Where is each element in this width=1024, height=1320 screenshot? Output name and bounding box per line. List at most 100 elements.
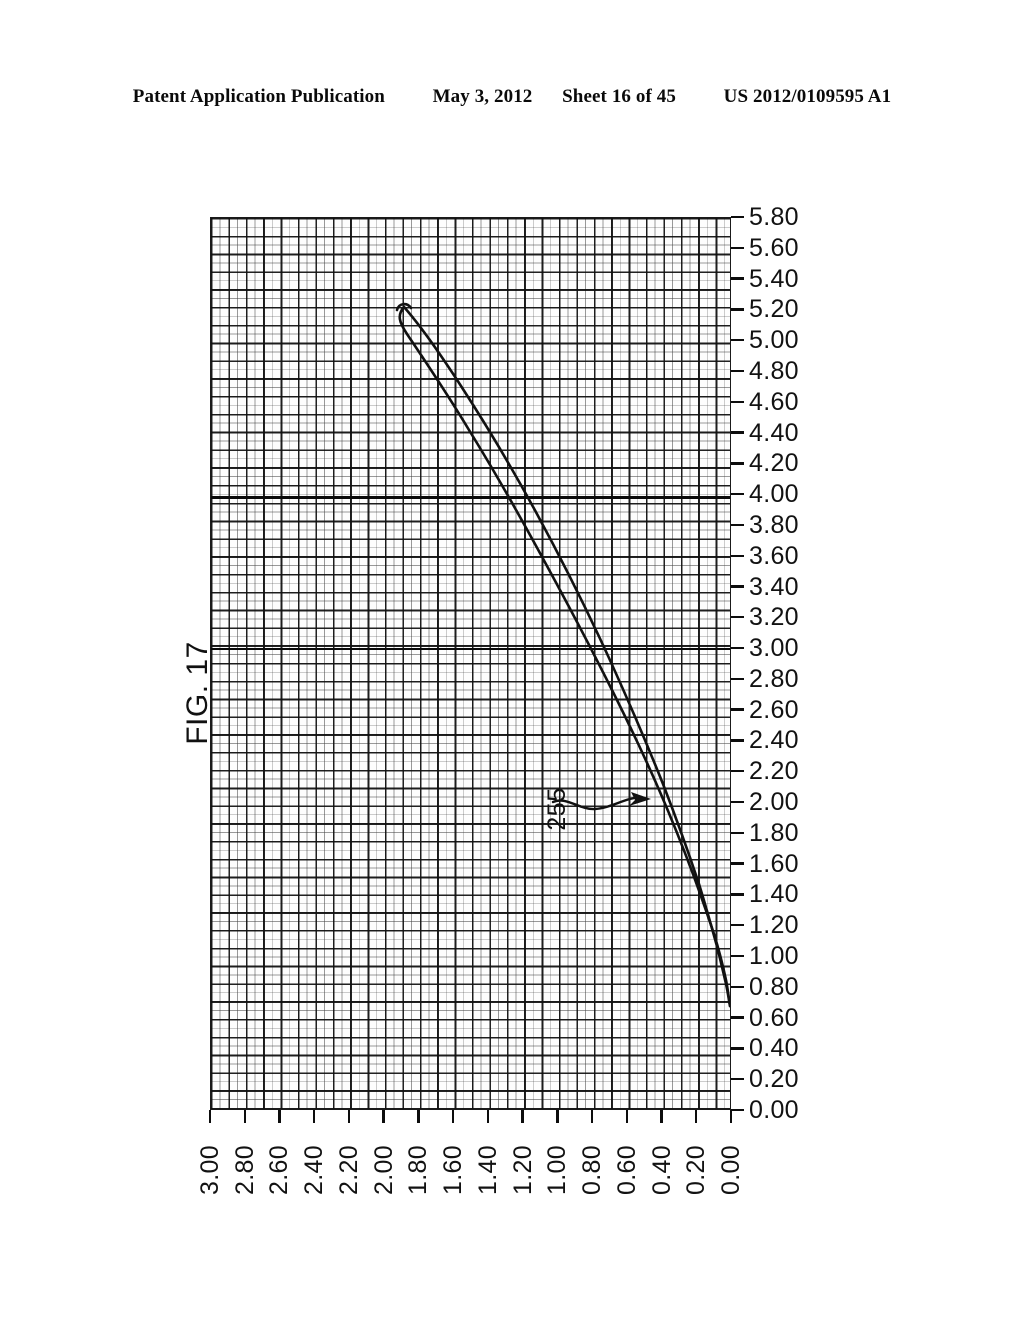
y-axis-tick-label: 2.60 bbox=[749, 695, 799, 724]
curve-255-outer bbox=[402, 305, 730, 1008]
x-axis-tick: 1.40 bbox=[473, 1110, 503, 1195]
y-axis-tick-label: 1.20 bbox=[749, 911, 799, 940]
y-axis-tick: 4.20 bbox=[731, 450, 799, 476]
y-axis-tick-label: 5.00 bbox=[749, 326, 799, 355]
y-axis-tick-mark bbox=[731, 739, 744, 742]
y-axis-tick-mark bbox=[731, 338, 744, 342]
x-axis-tick-label: 1.20 bbox=[508, 1145, 537, 1195]
x-axis-tick: 0.80 bbox=[577, 1110, 607, 1195]
axis-right: 5.80 5.60 5.40 5.20 5.00 4.80 4.60 4.40 4.20 4.00… bbox=[731, 204, 861, 1123]
y-axis-tick: 5.20 bbox=[731, 296, 799, 322]
x-axis-tick: 0.40 bbox=[647, 1110, 677, 1195]
y-axis-tick: 5.60 bbox=[731, 235, 799, 261]
y-axis-tick: 0.80 bbox=[731, 974, 799, 1000]
y-axis-tick-mark bbox=[731, 893, 744, 896]
plot-area bbox=[210, 217, 731, 1110]
y-axis-tick-label: 3.20 bbox=[749, 603, 799, 632]
x-axis-tick-label: 1.80 bbox=[404, 1145, 433, 1195]
y-axis-tick: 4.60 bbox=[731, 389, 799, 415]
x-axis-tick-label: 2.60 bbox=[265, 1145, 294, 1195]
y-axis-tick-label: 3.80 bbox=[749, 510, 799, 539]
y-axis-tick: 3.60 bbox=[731, 543, 799, 569]
x-axis-tick-mark bbox=[208, 1110, 212, 1123]
y-axis-tick-label: 3.00 bbox=[749, 634, 799, 663]
x-axis-tick-label: 0.00 bbox=[717, 1145, 745, 1195]
y-axis-tick: 1.80 bbox=[731, 820, 799, 846]
y-axis-tick: 1.00 bbox=[731, 943, 799, 969]
y-axis-tick-mark bbox=[731, 985, 744, 988]
x-axis-tick-label: 3.00 bbox=[196, 1145, 224, 1195]
y-axis-tick-label: 1.80 bbox=[749, 818, 799, 847]
x-axis-tick: 2.80 bbox=[230, 1110, 260, 1195]
callout-255: 255 bbox=[533, 762, 653, 862]
y-axis-tick-label: 3.40 bbox=[749, 572, 799, 601]
y-axis-tick-mark bbox=[731, 616, 744, 619]
y-axis-tick-mark bbox=[731, 954, 744, 958]
y-axis-tick-mark bbox=[731, 1047, 744, 1050]
y-axis-tick-mark bbox=[731, 462, 744, 465]
y-axis-tick-label: 0.00 bbox=[749, 1096, 799, 1124]
y-axis-tick: 2.60 bbox=[731, 697, 799, 723]
y-axis-tick-label: 2.40 bbox=[749, 726, 799, 755]
y-axis-tick-mark bbox=[731, 924, 744, 927]
axis-bottom: 3.00 2.80 2.60 2.40 2.20 2.00 1.80 1.60 1.40 1.20… bbox=[196, 1110, 745, 1230]
y-axis-tick-label: 0.80 bbox=[749, 972, 799, 1001]
y-axis-tick-mark bbox=[731, 646, 744, 650]
x-axis-tick-label: 1.60 bbox=[439, 1145, 468, 1195]
y-axis-tick: 0.40 bbox=[731, 1035, 799, 1061]
y-axis-tick-mark bbox=[731, 862, 744, 865]
x-axis-tick-mark bbox=[312, 1110, 316, 1123]
y-axis-tick-label: 4.40 bbox=[749, 418, 799, 447]
y-axis-tick-label: 1.40 bbox=[749, 880, 799, 909]
y-axis-tick-label: 3.60 bbox=[749, 541, 799, 570]
y-axis-tick-label: 5.80 bbox=[749, 203, 799, 231]
figure-17: FIG. 17 255 5.80 5.60 5.40 5.20 5.00 4.80 4.60… bbox=[0, 0, 1024, 1320]
y-axis-tick-label: 2.80 bbox=[749, 664, 799, 693]
x-axis-tick-mark bbox=[451, 1110, 455, 1123]
y-axis-tick-mark bbox=[731, 1078, 744, 1081]
x-axis-tick-mark bbox=[660, 1110, 663, 1123]
x-axis-tick-label: 2.40 bbox=[300, 1145, 329, 1195]
x-axis-tick-mark bbox=[521, 1110, 524, 1123]
x-axis-tick-mark bbox=[382, 1110, 385, 1123]
callout-255-leader-line bbox=[551, 792, 651, 811]
x-axis-tick: 0.20 bbox=[681, 1110, 711, 1195]
y-axis-tick: 3.20 bbox=[731, 604, 799, 630]
y-axis-tick-mark bbox=[731, 770, 744, 773]
y-axis-tick-mark bbox=[731, 523, 744, 527]
y-axis-tick: 5.00 bbox=[731, 327, 799, 353]
y-axis-tick-label: 4.20 bbox=[749, 449, 799, 478]
y-axis-tick-mark bbox=[731, 800, 744, 804]
y-axis-tick: 3.40 bbox=[731, 574, 799, 600]
y-axis-tick-label: 0.40 bbox=[749, 1034, 799, 1063]
y-axis-tick: 5.80 bbox=[731, 204, 799, 230]
y-axis-tick-mark bbox=[731, 215, 744, 219]
x-axis-tick-label: 1.40 bbox=[473, 1145, 502, 1195]
y-axis-tick: 3.00 bbox=[731, 635, 799, 661]
y-axis-tick: 3.80 bbox=[731, 512, 799, 538]
y-axis-tick-mark bbox=[731, 308, 744, 311]
y-axis-tick: 0.20 bbox=[731, 1066, 799, 1092]
y-axis-tick-label: 5.60 bbox=[749, 233, 799, 262]
y-axis-tick-mark bbox=[731, 431, 744, 434]
y-axis-tick-mark bbox=[731, 831, 744, 835]
y-axis-tick: 0.60 bbox=[731, 1005, 799, 1031]
y-axis-tick-mark bbox=[731, 554, 744, 557]
x-axis-tick-mark bbox=[417, 1110, 420, 1123]
y-axis-tick-label: 2.00 bbox=[749, 788, 799, 817]
y-axis-tick-label: 0.20 bbox=[749, 1065, 799, 1094]
y-axis-tick: 2.00 bbox=[731, 789, 799, 815]
x-axis-tick: 2.60 bbox=[264, 1110, 294, 1195]
y-axis-tick-mark bbox=[731, 708, 744, 711]
x-axis-tick-label: 0.80 bbox=[578, 1145, 607, 1195]
x-axis-tick: 0.00 bbox=[716, 1110, 746, 1195]
x-axis-tick-mark bbox=[556, 1110, 559, 1123]
y-axis-tick-mark bbox=[731, 400, 744, 403]
y-axis-tick-mark bbox=[731, 1016, 744, 1019]
x-axis-tick-label: 1.00 bbox=[543, 1145, 572, 1195]
y-axis-tick: 1.40 bbox=[731, 881, 799, 907]
y-axis-tick-label: 5.20 bbox=[749, 295, 799, 324]
x-axis-tick-mark bbox=[486, 1110, 490, 1123]
y-axis-tick: 2.20 bbox=[731, 758, 799, 784]
x-axis-tick: 2.20 bbox=[334, 1110, 364, 1195]
